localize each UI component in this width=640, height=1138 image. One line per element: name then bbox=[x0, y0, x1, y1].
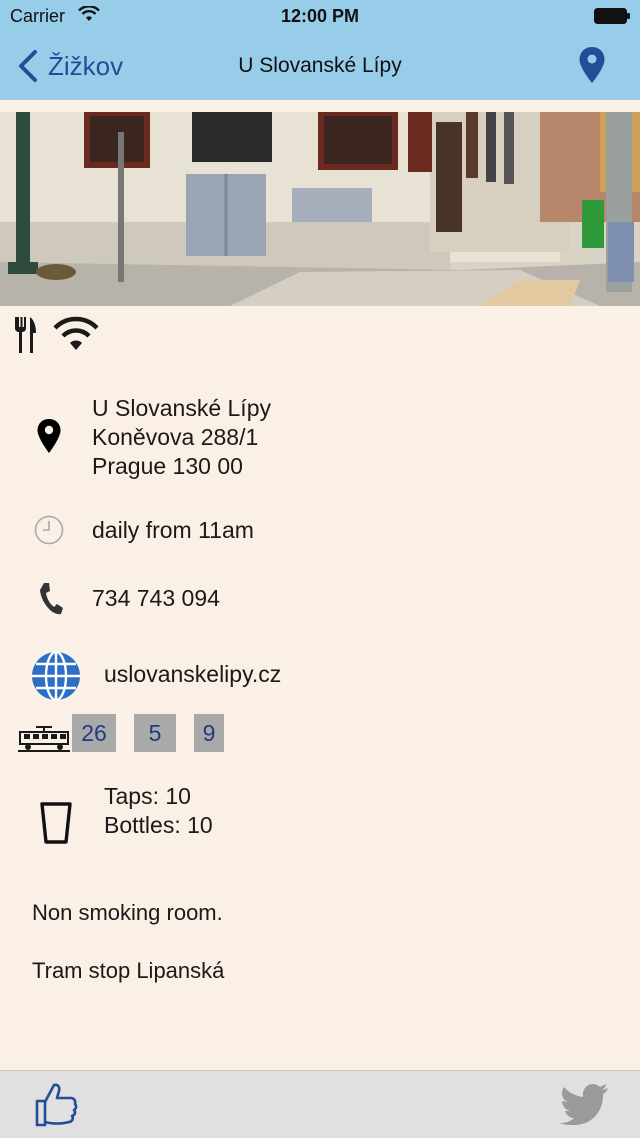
taps-count: Taps: 10 bbox=[104, 783, 191, 809]
address-name: U Slovanské Lípy bbox=[92, 395, 271, 421]
status-time: 12:00 PM bbox=[280, 6, 360, 26]
bottles-count: Bottles: 10 bbox=[104, 812, 213, 838]
location-pin-icon bbox=[37, 419, 61, 453]
phone-number[interactable]: 734 743 094 bbox=[92, 584, 220, 613]
battery-icon bbox=[594, 8, 630, 24]
hours-row: daily from 11am bbox=[0, 512, 640, 552]
bottom-toolbar bbox=[0, 1070, 640, 1138]
address-street: Koněvova 288/1 bbox=[92, 424, 259, 450]
tram-line-badge[interactable]: 5 bbox=[134, 714, 176, 752]
navigation-bar: Žižkov U Slovanské Lípy bbox=[0, 32, 640, 100]
amenities bbox=[12, 316, 100, 356]
pub-photo-illustration bbox=[0, 112, 640, 306]
address-city: Prague 130 00 bbox=[92, 453, 243, 479]
top-bar: Carrier 12:00 PM Žižkov U Slovanské Lípy bbox=[0, 0, 640, 100]
opening-hours: daily from 11am bbox=[92, 517, 254, 543]
page-title: U Slovanské Lípy bbox=[238, 54, 402, 77]
globe-icon bbox=[32, 650, 80, 702]
tram-icon bbox=[18, 726, 70, 752]
pub-photo bbox=[0, 112, 640, 306]
wifi-amenity-icon bbox=[53, 316, 99, 350]
tram-line-badge[interactable]: 26 bbox=[72, 714, 116, 752]
thumbs-up-icon[interactable] bbox=[34, 1081, 78, 1127]
note-tram-stop: Tram stop Lipanská bbox=[32, 958, 225, 983]
map-pin-icon[interactable] bbox=[578, 46, 606, 84]
clock-icon bbox=[34, 515, 64, 545]
tram-line-badge[interactable]: 9 bbox=[194, 714, 224, 752]
address-row: U Slovanské Lípy Koněvova 288/1 Prague 1… bbox=[0, 392, 640, 484]
cutlery-icon bbox=[15, 317, 36, 353]
phone-row[interactable]: 734 743 094 bbox=[0, 580, 640, 620]
tram-lines: 26 5 9 bbox=[72, 714, 224, 752]
glass-icon bbox=[40, 802, 72, 844]
beer-row: Taps: 10 Bottles: 10 bbox=[0, 780, 640, 844]
website-row[interactable]: uslovanskelipy.cz bbox=[0, 648, 640, 702]
website-link[interactable]: uslovanskelipy.cz bbox=[104, 660, 281, 689]
status-bar: Carrier 12:00 PM bbox=[0, 0, 640, 32]
twitter-icon[interactable] bbox=[560, 1083, 610, 1125]
note-smoking: Non smoking room. bbox=[32, 900, 223, 925]
phone-icon bbox=[40, 583, 63, 615]
